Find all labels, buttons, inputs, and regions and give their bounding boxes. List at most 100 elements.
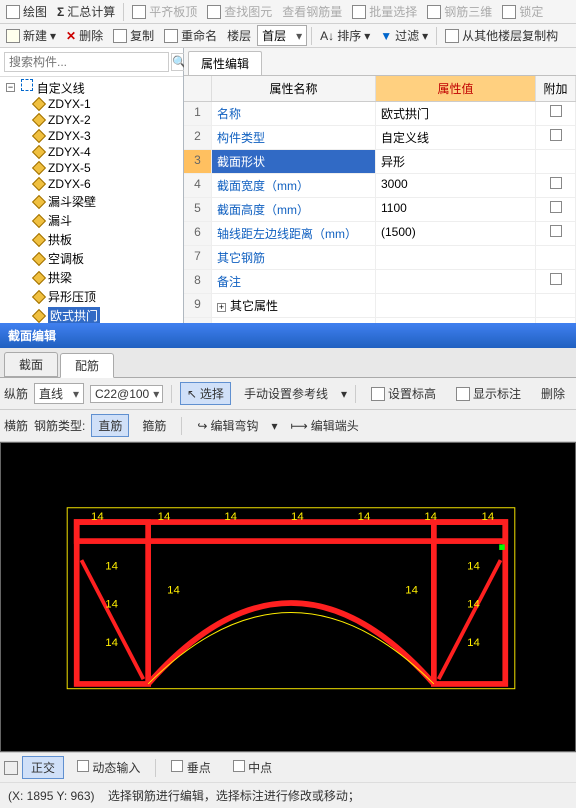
stirrup-button[interactable]: 箍筋 — [135, 414, 173, 437]
tree-item[interactable]: ZDYX-5 — [34, 160, 181, 176]
tab-property-edit[interactable]: 属性编辑 — [188, 51, 262, 75]
checkbox[interactable] — [550, 225, 562, 237]
tree-item-label: ZDYX-6 — [48, 177, 91, 191]
prop-value[interactable]: 3000 — [376, 174, 536, 197]
prop-value[interactable] — [376, 294, 536, 317]
tree-item[interactable]: 异形压顶 — [34, 287, 181, 306]
line-type-dropdown[interactable]: 直线 — [34, 383, 84, 404]
property-row[interactable]: 4截面宽度（mm）3000 — [184, 174, 576, 198]
prop-value[interactable]: 1100 — [376, 198, 536, 221]
sort-button[interactable]: A↓排序 ▾ — [316, 25, 374, 46]
prop-add[interactable] — [536, 222, 576, 245]
flat-button[interactable]: 平齐板顶 — [128, 1, 201, 22]
copy-from-button[interactable]: 从其他楼层复制构 — [441, 25, 562, 46]
prop-add[interactable] — [536, 102, 576, 125]
prop-add[interactable] — [536, 318, 576, 323]
new-button[interactable]: 新建 ▾ — [2, 25, 60, 46]
tree-item-label: 拱板 — [48, 231, 72, 248]
tab-rebar[interactable]: 配筋 — [60, 353, 114, 378]
prop-add[interactable] — [536, 150, 576, 173]
prop-add[interactable] — [536, 270, 576, 293]
tree-root-label[interactable]: 自定义线 — [37, 81, 85, 95]
check-rebar-button[interactable]: 查看钢筋量 — [278, 1, 346, 22]
search-input[interactable] — [4, 52, 169, 72]
batch-select-button[interactable]: 批量选择 — [348, 1, 421, 22]
tree-item[interactable]: ZDYX-6 — [34, 176, 181, 192]
ortho-toggle[interactable]: 正交 — [22, 756, 64, 779]
property-row[interactable]: 6轴线距左边线距离（mm）(1500) — [184, 222, 576, 246]
tree-item-label: ZDYX-4 — [48, 145, 91, 159]
expand-icon[interactable]: + — [217, 303, 226, 312]
tree-item[interactable]: ZDYX-2 — [34, 112, 181, 128]
rename-button[interactable]: 重命名 — [160, 25, 221, 46]
sum-button[interactable]: Σ汇总计算 — [53, 1, 119, 22]
checkbox[interactable] — [550, 273, 562, 285]
property-row[interactable]: 9+其它属性 — [184, 294, 576, 318]
property-row[interactable]: 3截面形状异形 — [184, 150, 576, 174]
copy-button[interactable]: 复制 — [109, 25, 158, 46]
rebar-spec-dropdown[interactable]: C22@100 — [90, 385, 163, 403]
prop-add[interactable] — [536, 294, 576, 317]
prop-add[interactable] — [536, 246, 576, 269]
tree-item[interactable]: ZDYX-1 — [34, 96, 181, 112]
show-mark-button[interactable]: 显示标注 — [449, 382, 528, 405]
diamond-icon — [32, 161, 46, 175]
set-mark-button[interactable]: 设置标高 — [364, 382, 443, 405]
rebar-3d-button[interactable]: 钢筋三维 — [423, 1, 496, 22]
prop-value[interactable]: 欧式拱门 — [376, 102, 536, 125]
section-canvas[interactable]: 141414 14141414 141414 141414 1414 ■ — [0, 442, 576, 752]
checkbox[interactable] — [550, 105, 562, 117]
tab-section[interactable]: 截面 — [4, 352, 58, 377]
tree-item[interactable]: 漏斗 — [34, 211, 181, 230]
editor-title[interactable]: 截面编辑 — [0, 323, 576, 348]
property-row[interactable]: 8备注 — [184, 270, 576, 294]
checkbox[interactable] — [550, 201, 562, 213]
prop-value[interactable]: 异形 — [376, 150, 536, 173]
property-row[interactable]: 18+锚固搭接 — [184, 318, 576, 323]
prop-add[interactable] — [536, 198, 576, 221]
edit-hook-button[interactable]: ↪编辑弯钩 — [190, 414, 265, 437]
tree-item[interactable]: 漏斗梁壁 — [34, 192, 181, 211]
checkbox[interactable] — [550, 177, 562, 189]
tree-item[interactable]: ZDYX-3 — [34, 128, 181, 144]
manual-ref-button[interactable]: 手动设置参考线 — [237, 382, 335, 405]
prop-value[interactable]: (1500) — [376, 222, 536, 245]
checkbox[interactable] — [550, 129, 562, 141]
select-button[interactable]: ↖选择 — [180, 382, 231, 405]
delete-rebar-button[interactable]: 删除 — [534, 382, 572, 405]
tree-item[interactable]: 拱板 — [34, 230, 181, 249]
prop-add[interactable] — [536, 126, 576, 149]
prop-add[interactable] — [536, 174, 576, 197]
prop-value[interactable] — [376, 246, 536, 269]
straight-button[interactable]: 直筋 — [91, 414, 129, 437]
filter-button[interactable]: ▼过滤 ▾ — [376, 25, 432, 46]
vert-snap-toggle[interactable]: 垂点 — [162, 756, 219, 779]
floor-dropdown[interactable]: 首层 — [257, 25, 307, 46]
prop-value[interactable]: 自定义线 — [376, 126, 536, 149]
property-grid[interactable]: 1名称欧式拱门2构件类型自定义线3截面形状异形4截面宽度（mm）30005截面高… — [184, 102, 576, 323]
delete-button[interactable]: ✕删除 — [62, 25, 107, 46]
svg-text:14: 14 — [467, 599, 480, 611]
tree-item[interactable]: 欧式拱门 — [34, 306, 181, 323]
tree-item[interactable]: 空调板 — [34, 249, 181, 268]
find-elem-button[interactable]: 查找图元 — [203, 1, 276, 22]
prop-value[interactable] — [376, 318, 536, 323]
tree-item[interactable]: 拱梁 — [34, 268, 181, 287]
lock-button[interactable]: 锁定 — [498, 1, 547, 22]
header-value[interactable]: 属性值 — [376, 76, 536, 101]
property-row[interactable]: 2构件类型自定义线 — [184, 126, 576, 150]
property-row[interactable]: 7其它钢筋 — [184, 246, 576, 270]
property-row[interactable]: 5截面高度（mm）1100 — [184, 198, 576, 222]
draw-button[interactable]: 绘图 — [2, 1, 51, 22]
mid-snap-toggle[interactable]: 中点 — [224, 756, 281, 779]
tree-collapse-icon[interactable]: − — [6, 83, 15, 92]
edit-end-button[interactable]: ⟼编辑端头 — [284, 414, 366, 437]
component-tree[interactable]: − 自定义线 ZDYX-1ZDYX-2ZDYX-3ZDYX-4ZDYX-5ZDY… — [0, 77, 183, 323]
main-toolbar-2: 新建 ▾ ✕删除 复制 重命名 楼层 首层 A↓排序 ▾ ▼过滤 ▾ 从其他楼层… — [0, 24, 576, 48]
snap-icon[interactable] — [4, 761, 18, 775]
prop-name: 名称 — [212, 102, 376, 125]
tree-item[interactable]: ZDYX-4 — [34, 144, 181, 160]
dynamic-input-toggle[interactable]: 动态输入 — [68, 756, 149, 779]
property-row[interactable]: 1名称欧式拱门 — [184, 102, 576, 126]
prop-value[interactable] — [376, 270, 536, 293]
